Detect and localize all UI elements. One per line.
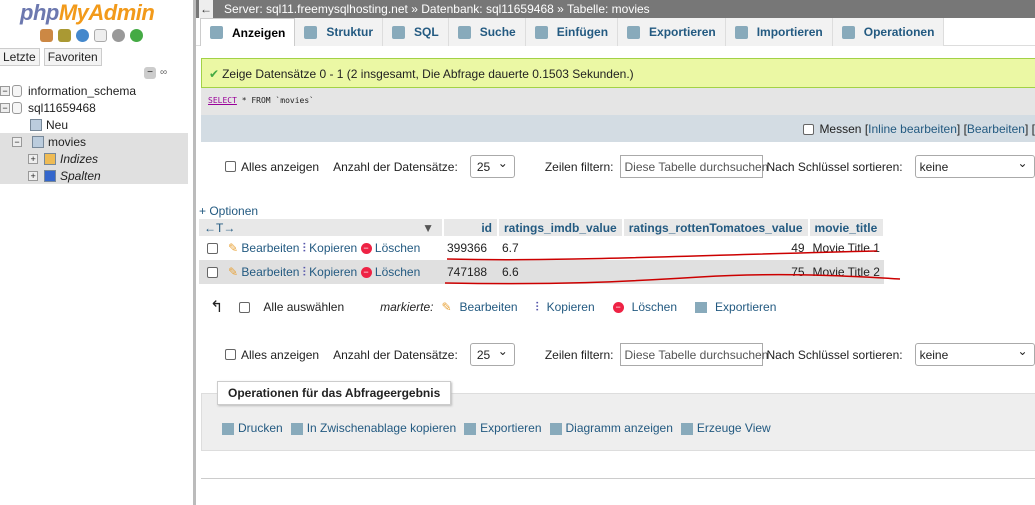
bulk-edit-button[interactable]: Bearbeiten xyxy=(460,300,518,314)
export-icon xyxy=(695,302,707,313)
annotation-line xyxy=(445,275,900,284)
export-icon xyxy=(464,423,476,435)
create-view-button[interactable]: Erzeuge View xyxy=(681,421,771,435)
sort-key-select[interactable]: keine xyxy=(915,343,1035,366)
select-all-checkbox[interactable] xyxy=(239,302,250,313)
copy-icon: ⫶ xyxy=(536,300,539,315)
bulk-export-button[interactable]: Exportieren xyxy=(715,300,776,314)
navigation-filter-bottom: Alles anzeigen Anzahl der Datensätze: 25… xyxy=(225,343,1035,366)
print-button[interactable]: Drucken xyxy=(222,421,283,435)
bulk-actions: ↰ Alle auswählen markierte: ✎Bearbeiten … xyxy=(210,297,776,317)
filter-rows-input[interactable]: Diese Tabelle durchsuchen xyxy=(620,343,763,366)
show-all-checkbox[interactable] xyxy=(225,349,236,360)
chart-icon xyxy=(550,423,562,435)
export-button[interactable]: Exportieren xyxy=(464,421,541,435)
annotation-line xyxy=(447,251,877,260)
bulk-delete-button[interactable]: Löschen xyxy=(632,300,677,314)
pencil-icon: ✎ xyxy=(441,300,451,314)
divider xyxy=(201,478,1035,479)
view-icon xyxy=(681,423,693,435)
chart-button[interactable]: Diagramm anzeigen xyxy=(550,421,673,435)
copy-to-clipboard-button[interactable]: In Zwischenablage kopieren xyxy=(291,421,456,435)
copy-icon xyxy=(291,423,303,435)
row-count-select[interactable]: 25 xyxy=(470,343,515,366)
arrow-up-left-icon: ↰ xyxy=(210,297,223,317)
operations-title: Operationen für das Abfrageergebnis xyxy=(217,381,451,405)
bulk-copy-button[interactable]: Kopieren xyxy=(547,300,595,314)
print-icon xyxy=(222,423,234,435)
delete-icon: − xyxy=(613,302,624,313)
